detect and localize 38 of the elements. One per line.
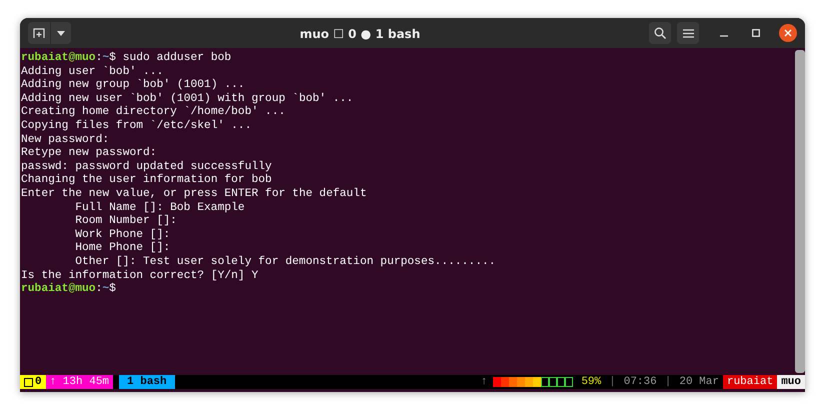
- window-icon: [24, 378, 33, 386]
- output-line: Home Phone []:: [75, 242, 170, 254]
- output-line: Room Number []:: [75, 215, 177, 228]
- shell-prompt: rubaiat@muo:~$: [21, 283, 116, 296]
- output-line: Adding user `bob' ...: [21, 66, 164, 78]
- output-line: New password:: [21, 134, 110, 146]
- scrollbar-thumb[interactable]: [795, 50, 805, 373]
- menu-icon: [682, 28, 694, 38]
- session-number: 0: [35, 375, 42, 389]
- user-segment: rubaiat: [722, 375, 778, 389]
- maximize-icon: [752, 29, 760, 37]
- output-line: Copying files from `/etc/skel' ...: [21, 120, 252, 132]
- window-segment: 1 bash: [119, 375, 175, 389]
- new-tab-button[interactable]: [28, 22, 50, 44]
- output-line: Is the information correct? [Y/n] Y: [21, 270, 258, 282]
- search-button[interactable]: [649, 22, 671, 44]
- output-line: Work Phone []:: [75, 228, 170, 241]
- close-icon: [784, 29, 792, 37]
- output-line: Adding new group `bob' (1001) ...: [21, 79, 245, 92]
- shell-prompt: rubaiat@muo:~$: [21, 52, 116, 64]
- host-segment: muo: [777, 375, 805, 389]
- output-line: Retype new password:: [21, 147, 157, 160]
- output-line: Changing the user information for bob: [21, 174, 272, 186]
- menu-button[interactable]: [677, 22, 699, 44]
- close-button[interactable]: [779, 24, 797, 42]
- output-line: Enter the new value, or press ENTER for the default: [21, 188, 367, 200]
- output-line: passwd: password updated successfully: [21, 160, 272, 173]
- new-tab-icon: [33, 27, 45, 39]
- output-line: Full Name []: Bob Example: [75, 202, 245, 214]
- command-text: sudo adduser bob: [122, 52, 232, 64]
- output-line: Creating home directory `/home/bob' ...: [21, 106, 286, 118]
- output-line: Other []: Test user solely for demonstration purposes.........: [75, 256, 496, 268]
- output-line: Adding new user `bob' (1001) with group `bob' ...: [21, 92, 354, 105]
- search-icon: [654, 27, 666, 39]
- caret-icon: [57, 30, 65, 36]
- window-title: muo ☐ 0 ● 1 bash: [300, 27, 420, 41]
- dropdown-button[interactable]: [51, 22, 71, 44]
- uptime-segment: ↑ 13h 45m: [46, 375, 114, 389]
